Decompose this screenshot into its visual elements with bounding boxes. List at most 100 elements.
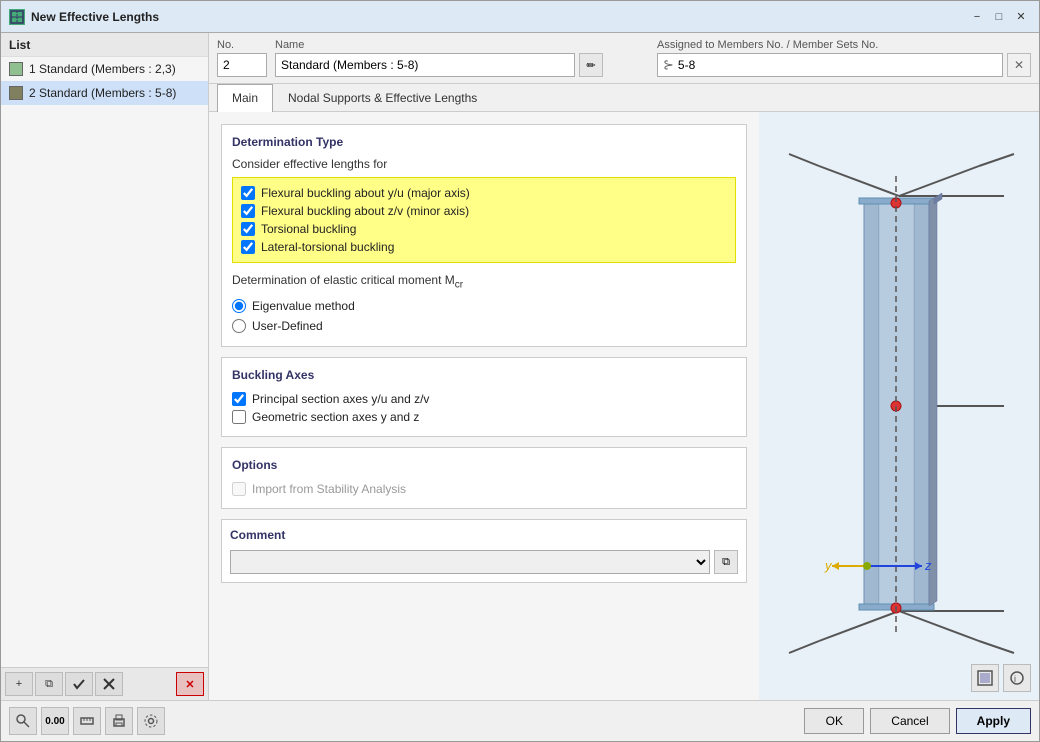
tab-nodal[interactable]: Nodal Supports & Effective Lengths <box>273 84 492 111</box>
checkbox-flex-y-row: Flexural buckling about y/u (major axis) <box>241 184 727 202</box>
copy-button[interactable]: ⧉ <box>35 672 63 696</box>
list-item-1-color <box>9 62 23 76</box>
uncheck-button[interactable] <box>95 672 123 696</box>
flex-y-checkbox[interactable] <box>241 186 255 200</box>
comment-select[interactable] <box>230 550 710 574</box>
add-button[interactable]: + <box>5 672 33 696</box>
no-field-group: No. <box>217 39 267 77</box>
list-items: 1 Standard (Members : 2,3) 2 Standard (M… <box>1 57 208 667</box>
import-stability-checkbox[interactable] <box>232 482 246 496</box>
apply-button[interactable]: Apply <box>956 708 1031 734</box>
user-defined-radio[interactable] <box>232 319 246 333</box>
svg-text:z: z <box>924 558 932 573</box>
determination-type-section: Determination Type Consider effective le… <box>221 124 747 347</box>
torsional-checkbox[interactable] <box>241 222 255 236</box>
principal-label[interactable]: Principal section axes y/u and z/v <box>252 392 429 406</box>
flex-y-label[interactable]: Flexural buckling about y/u (major axis) <box>261 186 470 200</box>
comment-row: ⧉ <box>230 550 738 574</box>
user-defined-label[interactable]: User-Defined <box>252 319 323 333</box>
assigned-input[interactable]: ⊱ 5-8 <box>657 53 1003 77</box>
window-title: New Effective Lengths <box>31 10 961 24</box>
radio-eigenvalue-row: Eigenvalue method <box>232 296 736 316</box>
list-item-2-label: 2 Standard (Members : 5-8) <box>29 86 176 100</box>
delete-button[interactable]: ✕ <box>176 672 204 696</box>
list-header: List <box>1 33 208 57</box>
no-input[interactable] <box>217 53 267 77</box>
lateral-checkbox[interactable] <box>241 240 255 254</box>
list-item-2[interactable]: 2 Standard (Members : 5-8) <box>1 81 208 105</box>
svg-text:i: i <box>1014 674 1016 684</box>
eigenvalue-radio[interactable] <box>232 299 246 313</box>
cancel-button[interactable]: Cancel <box>870 708 949 734</box>
left-panel: List 1 Standard (Members : 2,3) 2 Standa… <box>1 33 209 700</box>
viz-tool-1[interactable] <box>971 664 999 692</box>
assigned-label: Assigned to Members No. / Member Sets No… <box>657 39 1031 51</box>
content-area: No. Name ✏ Assigned to Members No. / Mem… <box>209 33 1039 700</box>
main-area: List 1 Standard (Members : 2,3) 2 Standa… <box>1 33 1039 700</box>
ok-button[interactable]: OK <box>804 708 864 734</box>
tab-main[interactable]: Main <box>217 84 273 112</box>
value-tool-button[interactable]: 0.00 <box>41 707 69 735</box>
check-button[interactable] <box>65 672 93 696</box>
radio-user-defined-row: User-Defined <box>232 316 736 336</box>
flex-z-label[interactable]: Flexural buckling about z/v (minor axis) <box>261 204 469 218</box>
viz-area: y z <box>759 112 1039 700</box>
determination-type-title: Determination Type <box>232 135 736 149</box>
consider-effective-label: Consider effective lengths for <box>232 157 736 171</box>
lateral-label[interactable]: Lateral-torsional buckling <box>261 240 394 254</box>
elastic-moment-label: Determination of elastic critical moment… <box>232 273 736 290</box>
options-section: Options Import from Stability Analysis <box>221 447 747 509</box>
search-tool-button[interactable] <box>9 707 37 735</box>
checkbox-lateral-row: Lateral-torsional buckling <box>241 238 727 256</box>
checkbox-geometric-row: Geometric section axes y and z <box>232 408 736 426</box>
viz-toolbar: i <box>971 664 1031 692</box>
assigned-clear-button[interactable]: ✕ <box>1007 53 1031 77</box>
main-window: New Effective Lengths − □ ✕ List 1 Stand… <box>0 0 1040 742</box>
torsional-label[interactable]: Torsional buckling <box>261 222 356 236</box>
buckling-axes-section: Buckling Axes Principal section axes y/u… <box>221 357 747 437</box>
title-bar: New Effective Lengths − □ ✕ <box>1 1 1039 33</box>
assigned-value: 5-8 <box>678 58 695 72</box>
bottom-bar: 0.00 OK Cancel Apply <box>1 700 1039 741</box>
name-input-row: ✏ <box>275 53 649 77</box>
elastic-moment-group: Determination of elastic critical moment… <box>232 273 736 336</box>
ruler-tool-button[interactable] <box>73 707 101 735</box>
name-input[interactable] <box>275 53 575 77</box>
form-area: Determination Type Consider effective le… <box>209 112 759 700</box>
name-edit-button[interactable]: ✏ <box>579 53 603 77</box>
member-tag-icon: ⊱ <box>663 57 674 73</box>
principal-checkbox[interactable] <box>232 392 246 406</box>
checkbox-torsional-row: Torsional buckling <box>241 220 727 238</box>
name-label: Name <box>275 39 649 51</box>
list-toolbar: + ⧉ ✕ <box>1 667 208 700</box>
minimize-button[interactable]: − <box>967 8 987 26</box>
geometric-label[interactable]: Geometric section axes y and z <box>252 410 419 424</box>
checkbox-principal-row: Principal section axes y/u and z/v <box>232 390 736 408</box>
assigned-field-group: Assigned to Members No. / Member Sets No… <box>657 39 1031 77</box>
list-item-2-color <box>9 86 23 100</box>
column-visualization: y z <box>759 146 1039 666</box>
comment-label: Comment <box>230 528 738 542</box>
restore-button[interactable]: □ <box>989 8 1009 26</box>
flex-z-checkbox[interactable] <box>241 204 255 218</box>
app-icon <box>9 9 25 25</box>
checkbox-import-stability-row: Import from Stability Analysis <box>232 480 736 498</box>
geometric-checkbox[interactable] <box>232 410 246 424</box>
highlight-box: Flexural buckling about y/u (major axis)… <box>232 177 736 263</box>
bottom-left-tools: 0.00 <box>9 707 165 735</box>
list-item-1-label: 1 Standard (Members : 2,3) <box>29 62 176 76</box>
viz-tool-2[interactable]: i <box>1003 664 1031 692</box>
top-bar: No. Name ✏ Assigned to Members No. / Mem… <box>209 33 1039 84</box>
print-tool-button[interactable] <box>105 707 133 735</box>
settings-tool-button[interactable] <box>137 707 165 735</box>
comment-copy-button[interactable]: ⧉ <box>714 550 738 574</box>
name-field-group: Name ✏ <box>275 39 649 77</box>
close-button[interactable]: ✕ <box>1011 8 1031 26</box>
checkbox-flex-z-row: Flexural buckling about z/v (minor axis) <box>241 202 727 220</box>
eigenvalue-label[interactable]: Eigenvalue method <box>252 299 355 313</box>
tabs: Main Nodal Supports & Effective Lengths <box>209 84 1039 112</box>
options-title: Options <box>232 458 736 472</box>
buckling-axes-title: Buckling Axes <box>232 368 736 382</box>
no-label: No. <box>217 39 267 51</box>
list-item-1[interactable]: 1 Standard (Members : 2,3) <box>1 57 208 81</box>
